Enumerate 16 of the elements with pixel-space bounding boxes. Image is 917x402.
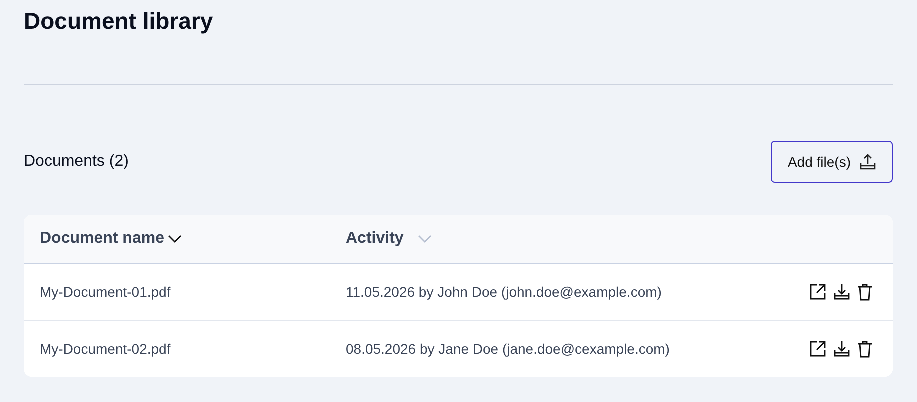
- column-header[interactable]: Activity: [346, 230, 432, 248]
- download-icon[interactable]: [833, 283, 851, 301]
- documents-heading: Documents (2): [24, 153, 129, 171]
- document-name-cell-text: My-Document-02.pdf: [40, 341, 172, 357]
- trash-icon[interactable]: [857, 340, 873, 358]
- document-name-cell-text: My-Document-01.pdf: [40, 284, 172, 300]
- add-files-button[interactable]: Add file(s): [770, 141, 893, 183]
- open-external-icon[interactable]: [809, 340, 827, 358]
- trash-icon[interactable]: [857, 283, 873, 301]
- activity-cell-text: 11.05.2026 by John Doe (john.doe@example.com): [346, 284, 663, 300]
- activity-cell-text: 08.05.2026 by Jane Doe (jane.doe@cexample.com): [346, 341, 671, 357]
- open-external-icon[interactable]: [809, 283, 827, 301]
- download-icon[interactable]: [833, 340, 851, 358]
- page-title: Document library: [24, 7, 214, 36]
- column-header[interactable]: Document name: [40, 230, 182, 248]
- upload-icon: [859, 153, 877, 171]
